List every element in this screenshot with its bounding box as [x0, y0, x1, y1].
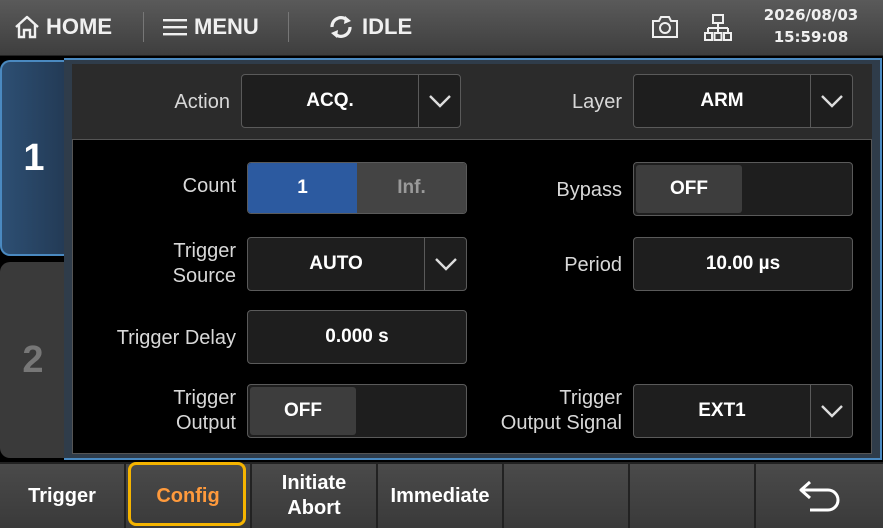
camera-icon[interactable] [650, 14, 680, 40]
idle-refresh-icon [330, 16, 352, 38]
softkey-initiate-line2: Abort [287, 497, 341, 519]
softkey-empty-6 [630, 464, 754, 528]
chevron-down-icon [418, 75, 460, 127]
tab-1[interactable]: 1 [0, 60, 66, 256]
menu-icon [163, 19, 187, 36]
count-segmented-control[interactable]: 1 Inf. [247, 162, 467, 214]
trigger-output-signal-label: Trigger Output Signal [470, 386, 622, 436]
softkey-back[interactable] [756, 464, 883, 528]
trigger-output-toggle[interactable]: OFF [247, 384, 467, 438]
top-bar: HOME MENU IDLE 2026/08/03 15:59:08 [0, 0, 883, 56]
layer-dropdown[interactable]: ARM [633, 74, 853, 128]
trigger-source-value: AUTO [309, 253, 363, 274]
trigger-output-signal-label-line1: Trigger [559, 387, 622, 409]
trigger-output-signal-dropdown[interactable]: EXT1 [633, 384, 853, 438]
trigger-output-signal-label-line2: Output Signal [500, 412, 622, 434]
trigger-output-value: OFF [250, 387, 356, 435]
count-label: Count [182, 175, 236, 197]
trigger-source-label-line2: Source [172, 265, 236, 287]
home-icon [15, 15, 39, 39]
softkey-bar: Trigger Config Initiate Abort Immediate [0, 462, 883, 528]
trigger-output-label-line1: Trigger [173, 387, 236, 409]
trigger-source-label-line1: Trigger [173, 240, 236, 262]
period-field[interactable]: 10.00 µs [633, 237, 853, 291]
count-option-inf[interactable]: Inf. [357, 163, 466, 213]
status-label: IDLE [362, 14, 413, 39]
softkey-empty-5 [504, 464, 628, 528]
tab-2[interactable]: 2 [0, 262, 66, 458]
menu-button[interactable]: MENU [162, 0, 259, 54]
home-button[interactable]: HOME [14, 0, 112, 54]
softkey-trigger[interactable]: Trigger [0, 464, 124, 528]
trigger-output-label: Trigger Output [120, 386, 236, 436]
date-text: 2026/08/03 [763, 6, 859, 24]
run-status: IDLE [326, 0, 412, 54]
softkey-initiate-abort[interactable]: Initiate Abort [252, 464, 376, 528]
network-icon[interactable] [704, 13, 732, 43]
time-text: 15:59:08 [773, 28, 849, 46]
trigger-delay-value: 0.000 s [325, 326, 389, 347]
action-dropdown[interactable]: ACQ. [241, 74, 461, 128]
home-label: HOME [46, 14, 112, 39]
trigger-source-label: Trigger Source [120, 239, 236, 289]
trigger-delay-field[interactable]: 0.000 s [247, 310, 467, 364]
divider [143, 12, 144, 42]
softkey-initiate-line1: Initiate [281, 472, 347, 494]
period-label: Period [564, 254, 622, 276]
softkey-config[interactable]: Config [126, 464, 250, 528]
menu-label: MENU [194, 14, 259, 39]
chevron-down-icon [810, 385, 852, 437]
count-option-1[interactable]: 1 [248, 163, 357, 213]
trigger-delay-label: Trigger Delay [116, 327, 236, 349]
chevron-down-icon [810, 75, 852, 127]
back-arrow-icon [799, 480, 839, 512]
action-label: Action [174, 91, 230, 113]
trigger-source-dropdown[interactable]: AUTO [247, 237, 467, 291]
datetime-display: 2026/08/03 15:59:08 [748, 4, 874, 48]
period-value: 10.00 µs [705, 253, 781, 274]
bypass-value: OFF [636, 165, 742, 213]
bypass-toggle[interactable]: OFF [633, 162, 853, 216]
action-value: ACQ. [306, 90, 354, 111]
chevron-down-icon [424, 238, 466, 290]
softkey-immediate[interactable]: Immediate [378, 464, 502, 528]
layer-label: Layer [571, 91, 622, 113]
divider [288, 12, 289, 42]
layer-value: ARM [700, 90, 744, 111]
trigger-output-label-line2: Output [175, 412, 236, 434]
bypass-label: Bypass [556, 179, 622, 201]
trigger-output-signal-value: EXT1 [698, 400, 746, 421]
